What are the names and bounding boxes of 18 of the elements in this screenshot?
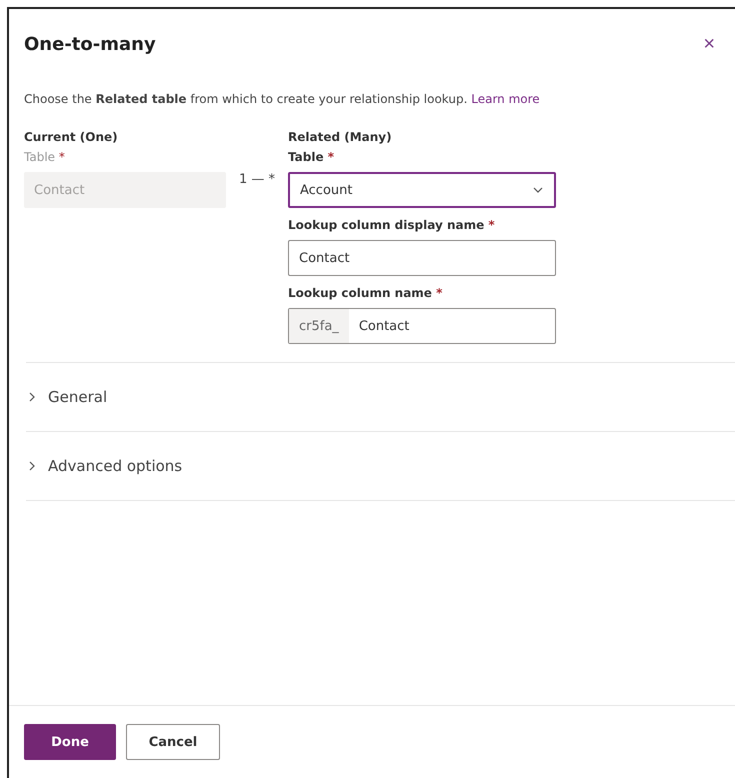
description-text: Choose the Related table from which to create your relationship lookup. Learn more (24, 92, 541, 106)
field-label: Table * (288, 150, 336, 166)
table-select[interactable]: Account (288, 172, 556, 208)
dialog-title: One-to-many (24, 34, 156, 55)
input-field[interactable]: Contact (288, 240, 556, 276)
input-field[interactable]: cr5fa_ Contact (288, 308, 556, 344)
field-label: Table * (24, 150, 66, 166)
relationship-connector: 1 — * (238, 171, 276, 189)
learn-more-link[interactable]: Learn more (471, 92, 540, 106)
column-heading: Related (Many) (288, 130, 393, 146)
cancel-button[interactable]: Cancel (126, 724, 220, 760)
section-header[interactable]: General (9, 363, 735, 431)
field-label: Lookup column display name * (288, 218, 496, 234)
field-label: Lookup column name * (288, 286, 444, 302)
column-heading: Current (One) (24, 130, 119, 146)
section-header[interactable]: Advanced options (9, 432, 735, 500)
done-button[interactable]: Done (24, 724, 116, 760)
close-button[interactable]: × (703, 33, 715, 56)
